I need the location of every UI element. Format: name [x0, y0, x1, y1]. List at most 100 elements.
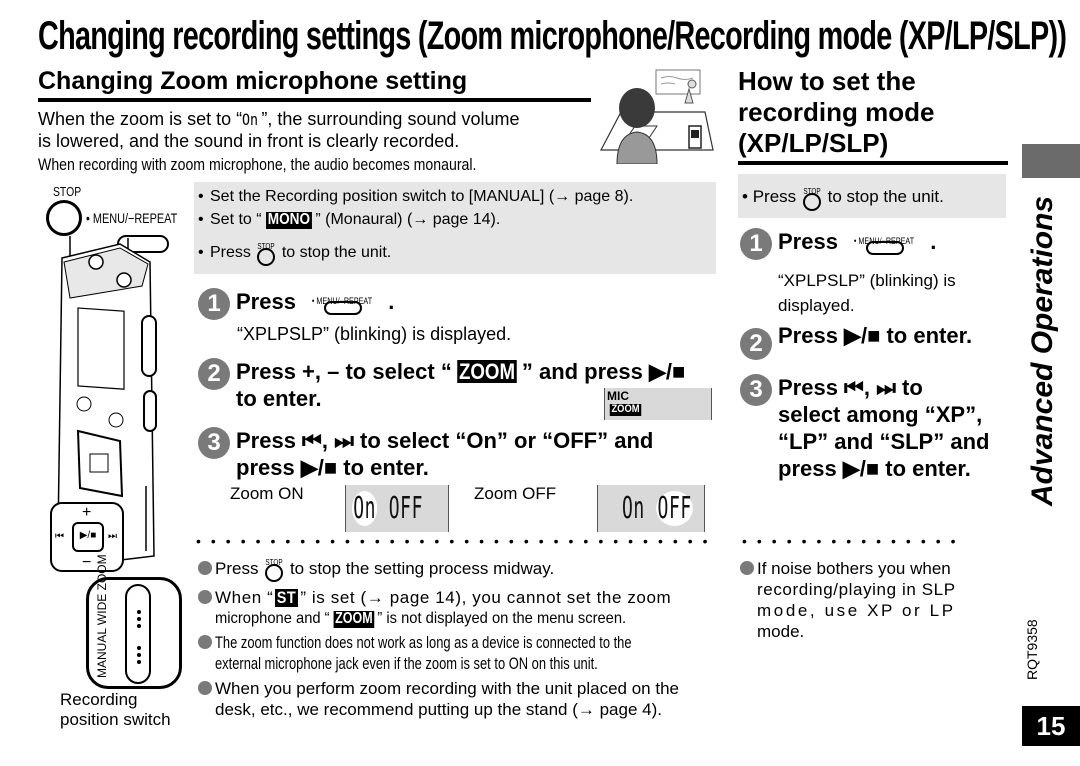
step-2-text-c: to enter. [236, 386, 322, 411]
minus-key[interactable]: − [82, 554, 91, 572]
mode-heading-line2: recording mode [738, 97, 935, 127]
mode-prep-box: • Press STOP to stop the unit. [738, 174, 1006, 218]
switch-label-zoom: ZOOM [95, 554, 109, 591]
zoom-intro-line2: is lowered, and the sound in front is cl… [38, 131, 460, 151]
lcd-menu-preview: MIC ZOOM [604, 388, 712, 420]
note-bullet-icon [740, 561, 754, 575]
mode-note-line4: mode. [757, 622, 805, 641]
zoom-prep-box: • Set the Recording position switch to [M… [194, 182, 716, 274]
step-3-text: Press ⏮, ⏭ to select “On” or “OFF” and p… [236, 427, 653, 481]
mode-section-heading: How to set the recording mode (XP/LP/SLP… [738, 66, 934, 159]
zoom-on-segments: On OFF [352, 491, 423, 526]
mode-step-1-press: Press [778, 229, 838, 254]
switch-slider[interactable] [125, 584, 151, 684]
zoom-heading-rule [38, 98, 591, 102]
mode-prep-text-b: to stop the unit. [827, 187, 944, 206]
mode-step-2-text: Press ▶/■ to enter. [778, 323, 973, 348]
skip-back-key[interactable]: ⏮ [55, 531, 64, 542]
note-1-text-b: to stop the setting process midway. [289, 559, 555, 578]
zoom-note-4: When you perform zoom recording with the… [198, 678, 679, 720]
mode-step-3-line3: “LP” and “SLP” and [778, 429, 990, 454]
prep-bullet-3-text-b: to stop the unit. [281, 244, 392, 262]
stop-button-icon: STOP [263, 558, 285, 582]
mode-note-line2: recording/playing in SLP [757, 580, 956, 599]
note-bullet-icon [198, 681, 212, 695]
note-2-text-a: When “ [215, 588, 274, 607]
note-bullet-icon [198, 590, 212, 604]
mode-step-3-line2: select among “XP”, [778, 402, 983, 427]
step-number: 3 [198, 427, 230, 459]
prep-bullet-1: • Set the Recording position switch to [M… [198, 188, 634, 205]
mode-step-3: 3 Press ⏮, ⏭ to select among “XP”, “LP” … [740, 374, 989, 482]
mode-note-body: If noise bothers you when recording/play… [757, 558, 956, 642]
mode-step-3-text: Press ⏮, ⏭ to select among “XP”, “LP” an… [778, 374, 989, 482]
play-stop-key[interactable]: ▶/■ [72, 522, 104, 552]
step-3-text-a: Press ⏮, ⏭ to select “On” or “OFF” and [236, 428, 654, 453]
zoom-on-label: Zoom ON [230, 484, 304, 503]
zoom-off-segments: On OFF [622, 491, 694, 526]
mode-heading-line3: (XP/LP/SLP) [738, 128, 889, 158]
zoom-badge-inline: ZOOM [333, 610, 374, 628]
step-2-text-a: Press +, – to select “ [236, 359, 452, 384]
step-3-text-b: press ▶/■ to enter. [236, 455, 429, 480]
lcd-zoom-label: ZOOM [609, 403, 642, 416]
recording-position-switch[interactable]: MANUAL WIDE ZOOM [86, 554, 182, 689]
device-stop-button[interactable] [46, 200, 82, 236]
zoom-off-label: Zoom OFF [474, 484, 557, 503]
section-tab-marker [1022, 144, 1080, 178]
device-menu-label: • MENU/−REPEAT [86, 210, 178, 226]
skip-forward-key[interactable]: ⏭ [108, 531, 117, 542]
section-tab-label: Advanced Operations [1026, 195, 1059, 506]
mode-note-line1: If noise bothers you when [757, 559, 951, 578]
zoom-intro-line1: When the zoom is set to “On”, the surrou… [38, 109, 520, 130]
mode-prep-bullet: • Press STOP to stop the unit. [742, 186, 944, 211]
note-2-text-d: ” is not displayed on the menu screen. [377, 610, 627, 627]
note-2-body: When “ST” is set (→ page 14), you cannot… [215, 587, 671, 629]
step-2-text-b: ” and press ▶/■ [521, 359, 686, 384]
zoom-note-1: Press STOP to stop the setting process m… [198, 558, 555, 582]
note-4-text-a: When you perform zoom recording with the… [215, 679, 679, 698]
note-3-body: The zoom function does not work as long … [215, 632, 763, 674]
mono-badge: MONO [265, 211, 312, 229]
document-code: RQT9358 [1024, 619, 1040, 680]
zoom-off-selected: OFF [656, 491, 694, 526]
prep-bullet-2-text-b: ” (Monaural) (→ page 14). [315, 211, 501, 228]
mode-note: If noise bothers you when recording/play… [740, 558, 956, 642]
switch-caption-line2: position switch [60, 710, 171, 729]
note-3-text-a: The zoom function does not work as long … [215, 633, 632, 652]
switch-label-manual: MANUAL [95, 628, 109, 678]
mode-step-1: 1 Press • MENU/−REPEAT . [740, 228, 936, 260]
step-number: 1 [198, 288, 230, 320]
zoom-note-2: When “ST” is set (→ page 14), you cannot… [198, 587, 671, 629]
zoom-note-3: The zoom function does not work as long … [198, 632, 763, 674]
st-badge: ST [275, 588, 299, 607]
step-1-period: . [388, 289, 395, 314]
monaural-note: When recording with zoom microphone, the… [38, 155, 477, 174]
control-pad-detail: + − ⏮ ⏭ ▶/■ [50, 502, 124, 572]
mode-step-3-line4: press ▶/■ to enter. [778, 456, 971, 481]
stop-button-icon: STOP [801, 187, 823, 211]
lcd-mic-label: MIC [607, 389, 629, 403]
mode-notes-separator: ••••••••••••••• [742, 534, 966, 548]
zoom-on-unselected: OFF [388, 491, 424, 526]
switch-grip-dots [137, 610, 141, 614]
zoom-step-1: 1 Press • MENU/−REPEAT . [198, 288, 394, 320]
step-number: 3 [740, 374, 772, 406]
note-2-text-c: microphone and “ [215, 610, 330, 627]
note-1-text-a: Press [215, 559, 259, 578]
note-4-text-b: desk, etc., we recommend putting up the … [215, 700, 662, 719]
mode-step-1-sub1: “XPLPSLP” (blinking) is [778, 271, 956, 290]
zoom-on-selected: On [352, 491, 378, 526]
switch-position-labels: MANUAL WIDE ZOOM [95, 554, 109, 678]
switch-caption: Recording position switch [60, 690, 171, 730]
zoom-badge: ZOOM [457, 359, 517, 384]
prep-bullet-2-text-a: Set to “ [210, 211, 262, 228]
note-bullet-icon [198, 635, 212, 649]
mode-step-2: 2 Press ▶/■ to enter. [740, 322, 972, 360]
plus-key[interactable]: + [82, 504, 91, 522]
mode-step-1-sub2: displayed. [778, 296, 855, 315]
step-number: 2 [198, 358, 230, 390]
zoom-intro-line3: When recording with zoom microphone, the… [38, 154, 566, 175]
zoom-off-unselected: On [622, 491, 645, 526]
on-segment-glyph: On [242, 110, 259, 129]
